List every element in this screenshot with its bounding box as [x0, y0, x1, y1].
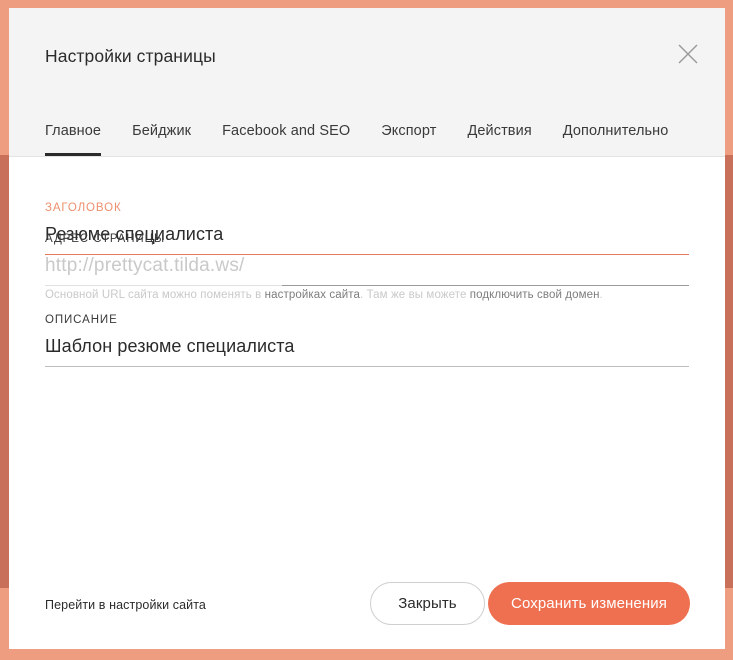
field-title-label: ЗАГОЛОВОК [45, 202, 122, 214]
tab-bar: Главное Бейджик Facebook and SEO Экспорт… [45, 123, 668, 156]
url-hint-part3: . [599, 289, 603, 301]
field-description-label: ОПИСАНИЕ [45, 314, 118, 326]
tab-beydzhik[interactable]: Бейджик [132, 123, 191, 156]
url-hint-link-site-settings[interactable]: настройках сайта [265, 289, 360, 301]
tab-dopolnitelno[interactable]: Дополнительно [563, 123, 669, 156]
field-page-address-input[interactable] [245, 247, 689, 285]
field-page-address-label: АДРЕС СТРАНИЦЫ [45, 233, 166, 245]
site-settings-link[interactable]: Перейти в настройки сайта [45, 598, 206, 612]
url-hint-text: Основной URL сайта можно поменять в наст… [45, 289, 603, 301]
field-page-address: АДРЕС СТРАНИЦЫ http://prettycat.tilda.ws… [45, 233, 689, 286]
field-page-address-prefix: http://prettycat.tilda.ws/ [45, 255, 245, 276]
modal-header: Настройки страницы Главное Бейджик Faceb… [9, 8, 725, 157]
page-title: Настройки страницы [45, 46, 216, 66]
page-background: Настройки страницы Главное Бейджик Faceb… [0, 0, 733, 660]
url-hint-part2: . Там же вы можете [359, 289, 470, 301]
field-page-address-row: http://prettycat.tilda.ws/ [45, 245, 689, 285]
page-settings-modal: Настройки страницы Главное Бейджик Faceb… [9, 8, 725, 649]
modal-footer: Перейти в настройки сайта Закрыть Сохран… [9, 557, 725, 649]
field-page-address-underline [45, 285, 689, 286]
tab-facebook-and-seo[interactable]: Facebook and SEO [222, 123, 350, 156]
field-description-input[interactable]: Шаблон резюме специалиста [45, 326, 689, 366]
tab-eksport[interactable]: Экспорт [381, 123, 436, 156]
url-hint-part1: Основной URL сайта можно поменять в [45, 289, 265, 301]
tab-glavnoe[interactable]: Главное [45, 123, 102, 156]
tab-deystviya[interactable]: Действия [467, 123, 531, 156]
url-hint-link-connect-domain[interactable]: подключить свой домен [470, 289, 600, 301]
save-changes-button[interactable]: Сохранить изменения [488, 582, 690, 625]
modal-body: ЗАГОЛОВОК Резюме специалиста ОПИСАНИЕ Ша… [9, 157, 725, 557]
field-page-address-underline-prefix [45, 285, 282, 286]
close-button[interactable]: Закрыть [370, 582, 485, 625]
field-page-address-underline-input [282, 285, 689, 286]
field-description-underline [45, 366, 689, 367]
close-icon[interactable] [673, 39, 703, 69]
field-description: ОПИСАНИЕ Шаблон резюме специалиста [45, 314, 689, 367]
